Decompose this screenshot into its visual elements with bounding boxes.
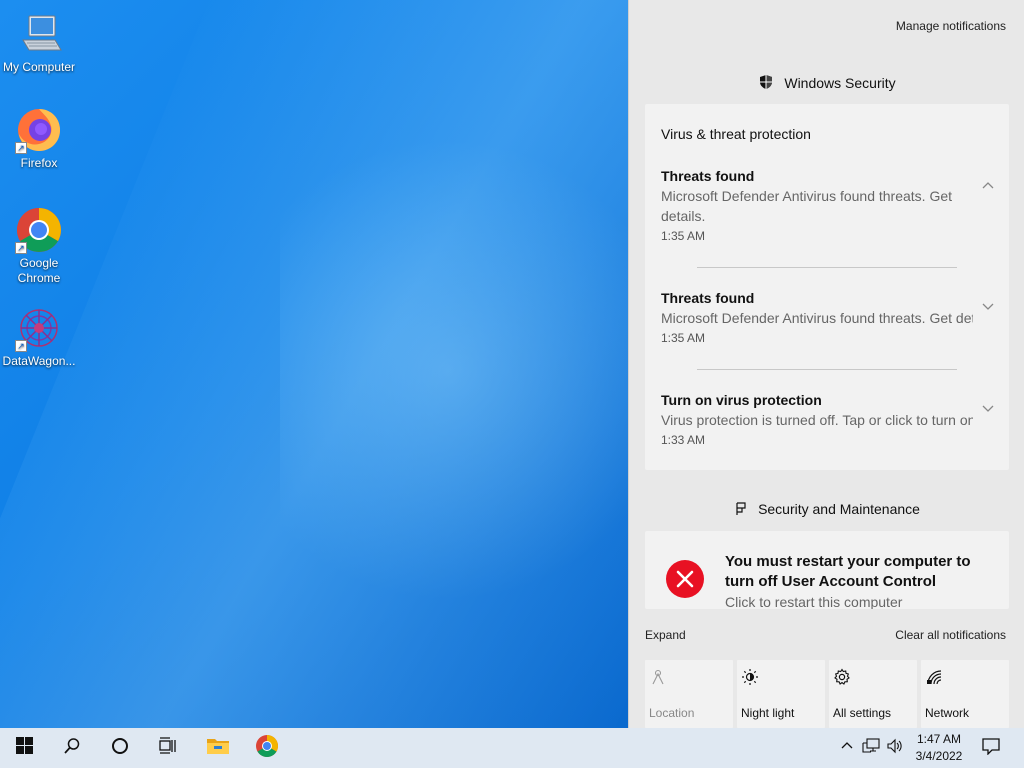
desktop-icon-label: DataWagon... (2, 354, 76, 368)
quick-action-location[interactable]: Location (645, 660, 733, 728)
notification-title: Turn on virus protection (661, 392, 822, 408)
taskbar: 1:47 AM 3/4/2022 (0, 728, 1024, 768)
error-icon (666, 560, 704, 598)
notification-title: Threats found (661, 168, 755, 184)
quick-action-label: All settings (833, 706, 892, 720)
file-explorer-taskbar-button[interactable] (194, 728, 242, 768)
desktop-icon-datawagon[interactable]: ↗ DataWagon... (1, 304, 77, 369)
gear-icon (833, 668, 851, 686)
cortana-button[interactable] (96, 728, 144, 768)
shortcut-arrow-icon: ↗ (15, 142, 27, 154)
notification-item[interactable]: You must restart your computer to turn o… (725, 552, 995, 609)
notification-body: Click to restart this computer (725, 594, 903, 609)
shield-icon (758, 74, 774, 93)
desktop-icon-firefox[interactable]: ↗ Firefox (1, 106, 77, 171)
manage-notifications-link[interactable]: Manage notifications (896, 19, 1006, 33)
quick-action-label: Network (925, 706, 970, 720)
volume-tray-button[interactable] (884, 728, 906, 768)
action-center: Manage notifications Windows Security Vi… (628, 0, 1024, 728)
notification-body: Microsoft Defender Antivirus found threa… (661, 188, 953, 224)
search-button[interactable] (48, 728, 96, 768)
chrome-icon: ↗ (15, 206, 63, 254)
chevron-down-icon[interactable] (981, 299, 995, 313)
notification-item[interactable]: Threats found Microsoft Defender Antivir… (661, 288, 991, 345)
divider (697, 369, 957, 370)
quick-action-all-settings[interactable]: All settings (829, 660, 917, 728)
notification-time: 1:35 AM (661, 331, 706, 345)
chrome-icon (255, 734, 279, 763)
datawagon-icon: ↗ (15, 304, 63, 352)
notification-title: Threats found (661, 290, 755, 306)
location-icon (649, 668, 667, 686)
clock-time: 1:47 AM (916, 732, 962, 746)
night-light-icon (741, 668, 759, 686)
notification-icon (982, 737, 1000, 760)
notification-time: 1:35 AM (661, 229, 706, 243)
volume-icon (886, 738, 904, 759)
start-button[interactable] (0, 728, 48, 768)
firefox-icon: ↗ (15, 106, 63, 154)
windows-logo-icon (15, 737, 33, 759)
chevron-up-icon[interactable] (981, 178, 995, 192)
search-icon (63, 737, 81, 760)
taskbar-clock[interactable]: 1:47 AM 3/4/2022 (906, 731, 972, 765)
desktop-icon-chrome[interactable]: ↗ Google Chrome (1, 206, 77, 286)
chevron-up-icon (841, 739, 853, 757)
quick-action-label: Night light (741, 706, 795, 720)
group-app-name: Security and Maintenance (758, 501, 920, 517)
notification-title: You must restart your computer to turn o… (725, 553, 971, 590)
quick-action-network[interactable]: Network (921, 660, 1009, 728)
notification-card-security-maintenance[interactable]: You must restart your computer to turn o… (645, 531, 1009, 609)
clock-date: 3/4/2022 (915, 749, 963, 763)
computer-icon (15, 10, 63, 58)
notification-item[interactable]: Turn on virus protection Virus protectio… (661, 390, 991, 447)
notification-body: Microsoft Defender Antivirus found threa… (661, 310, 973, 326)
shortcut-arrow-icon: ↗ (15, 242, 27, 254)
notification-time: 1:33 AM (661, 433, 706, 447)
cortana-icon (111, 737, 129, 760)
clear-all-notifications-link[interactable]: Clear all notifications (895, 628, 1006, 642)
maintenance-icon (734, 502, 748, 519)
action-center-button[interactable] (976, 728, 1006, 768)
quick-action-night-light[interactable]: Night light (737, 660, 825, 728)
shortcut-arrow-icon: ↗ (15, 340, 27, 352)
card-title: Virus & threat protection (661, 126, 811, 142)
notification-group-header-windows-security: Windows Security (629, 74, 1024, 93)
folder-icon (206, 736, 230, 761)
task-view-icon (158, 736, 178, 760)
desktop-icon-my-computer[interactable]: My Computer (1, 10, 77, 75)
notification-group-header-security-maintenance: Security and Maintenance (629, 501, 1024, 519)
notification-item[interactable]: Threats found Microsoft Defender Antivir… (661, 166, 991, 243)
notification-body: Virus protection is turned off. Tap or c… (661, 412, 973, 428)
desktop-icon-label: My Computer (2, 60, 76, 74)
chrome-taskbar-button[interactable] (243, 728, 291, 768)
expand-link[interactable]: Expand (645, 628, 686, 642)
desktop-icon-label: Firefox (20, 156, 58, 170)
quick-action-label: Location (649, 706, 695, 720)
ethernet-icon (862, 737, 880, 759)
notification-card-windows-security[interactable]: Virus & threat protection Threats found … (645, 104, 1009, 470)
desktop-icon-label: Google Chrome (17, 256, 61, 285)
group-app-name: Windows Security (784, 75, 896, 91)
task-view-button[interactable] (144, 728, 192, 768)
network-tray-button[interactable] (860, 728, 882, 768)
chevron-down-icon[interactable] (981, 401, 995, 415)
show-hidden-icons-button[interactable] (838, 728, 856, 768)
network-icon (925, 668, 943, 686)
divider (697, 267, 957, 268)
